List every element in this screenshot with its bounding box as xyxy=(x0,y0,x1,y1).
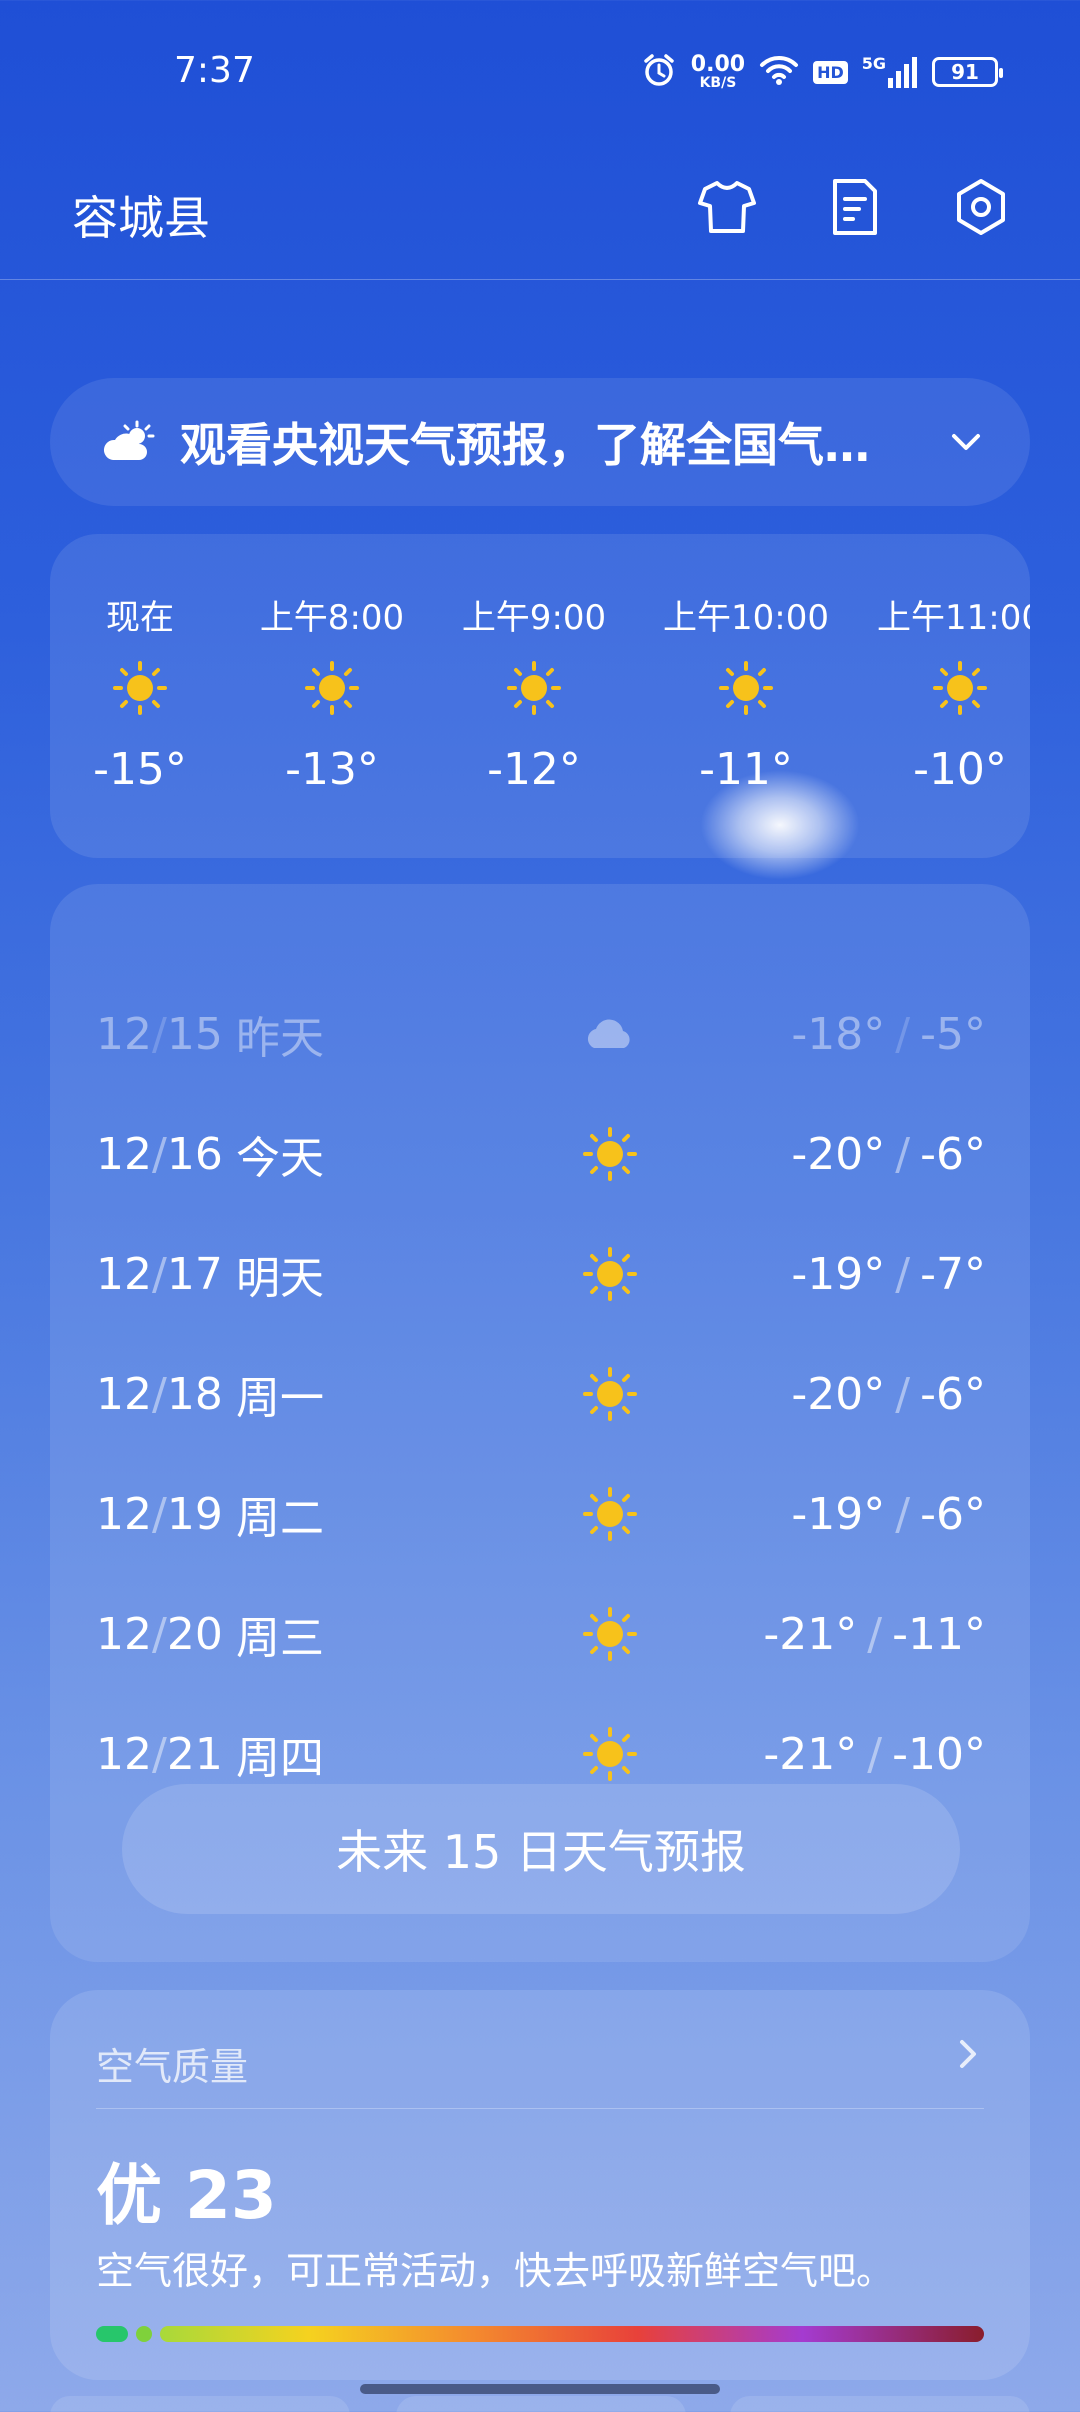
sun-icon xyxy=(583,1247,637,1301)
daily-row[interactable]: 12/15 昨天 -18° / -5° xyxy=(96,994,986,1074)
sun-icon xyxy=(933,661,987,715)
daily-row[interactable]: 12/19 周二 -19° / -6° xyxy=(96,1474,986,1554)
city-name[interactable]: 容城县 xyxy=(72,182,210,248)
chevron-down-icon[interactable] xyxy=(942,418,990,466)
daily-date: 12/15 xyxy=(96,1008,223,1060)
daily-date: 12/19 xyxy=(96,1488,223,1540)
aqi-gradient xyxy=(160,2326,984,2342)
network-speed: 0.00 KB/S xyxy=(690,52,746,91)
aqi-current-indicator xyxy=(96,2326,128,2342)
weather-video-banner[interactable]: 观看央视天气预报，了解全国气… xyxy=(50,378,1030,506)
daily-date: 12/16 xyxy=(96,1128,223,1180)
wifi-icon xyxy=(759,54,799,90)
cellular-signal-icon: 5G xyxy=(862,56,918,88)
hourly-item: 上午11:00 -10° xyxy=(877,598,1030,795)
daily-date: 12/17 xyxy=(96,1248,223,1300)
aqi-scale-dot xyxy=(136,2326,152,2342)
card-peek xyxy=(396,2396,686,2412)
hourly-item: 上午8:00 -13° xyxy=(259,598,405,795)
air-quality-card[interactable]: 空气质量 优 23 空气很好，可正常活动，快去呼吸新鲜空气吧。 xyxy=(50,1990,1030,2380)
daily-forecast-card: 12/15 昨天 -18° / -5° 12/16 今天 -20° / -6° 12/1… xyxy=(50,884,1030,1962)
sun-icon xyxy=(583,1127,637,1181)
card-peek xyxy=(730,2396,1030,2412)
cloud-icon xyxy=(587,1019,630,1048)
card-peek xyxy=(50,2396,350,2412)
air-quality-title: 空气质量 xyxy=(96,2045,249,2089)
daily-row[interactable]: 12/21 周四 -21° / -10° xyxy=(96,1714,986,1794)
status-icons: 0.00 KB/S HD 5G 91 xyxy=(641,52,1003,92)
daily-temps: -19° / -7° xyxy=(791,1248,986,1300)
daily-row[interactable]: 12/17 明天 -19° / -7° xyxy=(96,1234,986,1314)
sun-icon xyxy=(113,661,167,715)
hourly-item: 现在 -15° xyxy=(93,598,187,795)
daily-weekday: 今天 xyxy=(236,1133,324,1184)
sun-icon xyxy=(719,661,773,715)
hourly-forecast[interactable]: 现在 -15° 上午8:00 -13° 上午9:00 -12° 上午10:00 … xyxy=(50,534,1030,858)
document-icon[interactable] xyxy=(822,174,888,240)
alarm-icon xyxy=(641,52,677,92)
hourly-item: 上午10:00 -11° xyxy=(663,598,829,795)
daily-weekday: 周四 xyxy=(236,1733,324,1784)
hd-badge: HD xyxy=(813,60,848,84)
status-time: 7:37 xyxy=(174,50,255,91)
sun-icon xyxy=(583,1727,637,1781)
daily-row[interactable]: 12/20 周三 -21° / -11° xyxy=(96,1594,986,1674)
sun-icon xyxy=(583,1487,637,1541)
daily-row[interactable]: 12/16 今天 -20° / -6° xyxy=(96,1114,986,1194)
sun-icon xyxy=(583,1607,637,1661)
sun-icon xyxy=(583,1367,637,1421)
air-quality-value: 优 23 xyxy=(96,2157,277,2234)
status-bar: 7:37 0.00 KB/S HD 5G 91 xyxy=(0,0,1080,140)
daily-temps: -21° / -11° xyxy=(763,1608,986,1660)
cloud-sun-icon xyxy=(100,418,158,466)
15-day-forecast-button[interactable]: 未来 15 日天气预报 xyxy=(122,1784,960,1914)
battery-indicator: 91 xyxy=(932,57,1003,87)
daily-temps: -20° / -6° xyxy=(791,1368,986,1420)
daily-temps: -21° / -10° xyxy=(763,1728,986,1780)
daily-date: 12/21 xyxy=(96,1728,223,1780)
sun-icon xyxy=(305,661,359,715)
daily-date: 12/20 xyxy=(96,1608,223,1660)
daily-weekday: 周三 xyxy=(236,1613,324,1664)
daily-row[interactable]: 12/18 周一 -20° / -6° xyxy=(96,1354,986,1434)
daily-temps: -20° / -6° xyxy=(791,1128,986,1180)
air-quality-description: 空气很好，可正常活动，快去呼吸新鲜空气吧。 xyxy=(96,2249,895,2293)
daily-weekday: 周一 xyxy=(236,1373,324,1424)
daily-date: 12/18 xyxy=(96,1368,223,1420)
settings-hex-icon[interactable] xyxy=(948,174,1014,240)
sun-icon xyxy=(507,661,561,715)
hourly-item: 上午9:00 -12° xyxy=(461,598,607,795)
daily-weekday: 昨天 xyxy=(236,1013,324,1064)
aqi-scale-bar xyxy=(96,2326,984,2342)
banner-text: 观看央视天气预报，了解全国气… xyxy=(180,418,870,472)
divider xyxy=(96,2108,984,2109)
daily-temps: -19° / -6° xyxy=(791,1488,986,1540)
daily-weekday: 周二 xyxy=(236,1493,324,1544)
home-indicator[interactable] xyxy=(360,2384,720,2394)
chevron-right-icon[interactable] xyxy=(944,2030,992,2078)
daily-temps: -18° / -5° xyxy=(791,1008,986,1060)
daily-weekday: 明天 xyxy=(236,1253,324,1304)
tshirt-icon[interactable] xyxy=(694,174,760,240)
app-header: 容城县 xyxy=(0,140,1080,280)
